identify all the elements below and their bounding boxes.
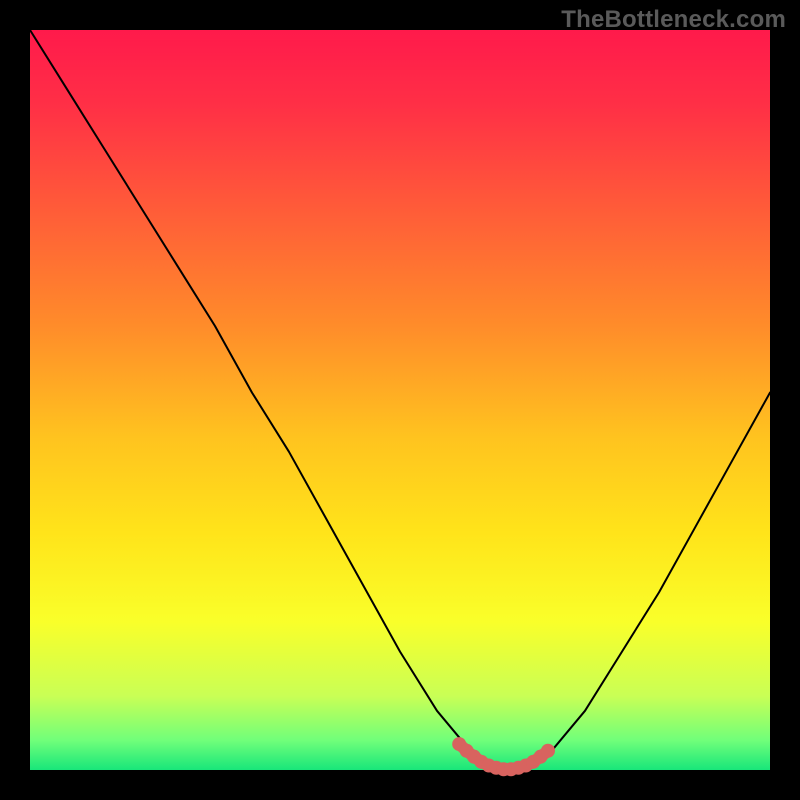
chart-stage: TheBottleneck.com — [0, 0, 800, 800]
bottleneck-chart — [0, 0, 800, 800]
optimal-range-dot — [541, 744, 555, 758]
plot-area — [30, 30, 770, 770]
watermark-text: TheBottleneck.com — [561, 6, 786, 34]
